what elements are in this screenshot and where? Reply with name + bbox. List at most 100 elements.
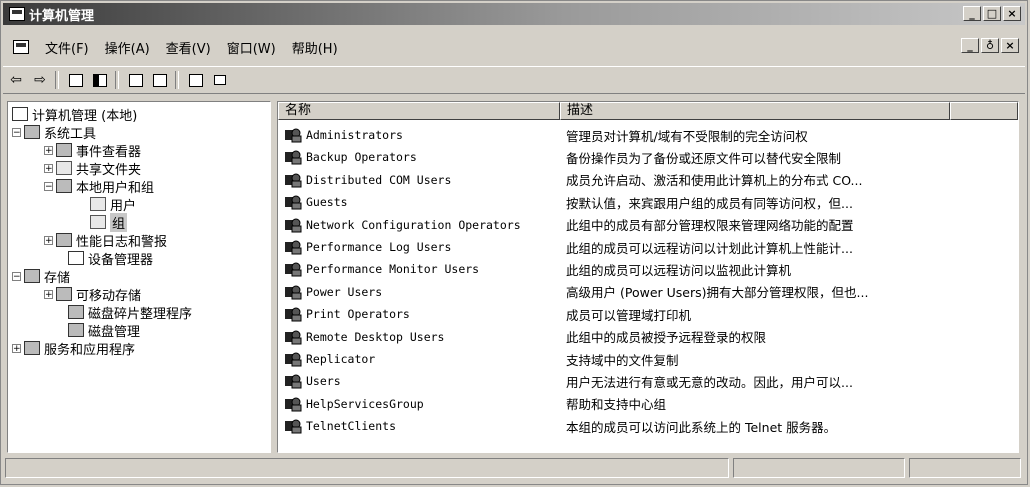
tree-label: 可移动存储	[76, 288, 142, 304]
tree-label: 性能日志和警报	[76, 234, 168, 250]
open-folder-icon	[90, 215, 106, 229]
toolbar-separator	[175, 71, 179, 89]
document-icon[interactable]	[13, 40, 29, 54]
column-header-description[interactable]: 描述	[560, 102, 950, 120]
tree-item-groups[interactable]: 组	[90, 212, 128, 232]
group-description: 支持域中的文件复制	[566, 352, 679, 368]
shared-folder-icon	[56, 161, 72, 175]
event-viewer-icon	[56, 143, 72, 157]
table-row[interactable]: Remote Desktop Users 此组中的成员被授予远程登录的权限	[278, 326, 1018, 348]
table-row[interactable]: Print Operators 成员可以管理域打印机	[278, 303, 1018, 325]
tree-item-local-users-groups[interactable]: − 本地用户和组	[44, 177, 154, 196]
folder-icon	[90, 197, 106, 211]
tree-item-storage[interactable]: − 存储	[12, 267, 71, 286]
collapse-icon[interactable]: −	[12, 127, 21, 137]
expand-icon[interactable]: +	[44, 145, 53, 155]
tree-item-computer-management[interactable]: 计算机管理 (本地)	[12, 105, 137, 124]
menu-help[interactable]: 帮助(H)	[284, 38, 346, 57]
tree-item-services-applications[interactable]: + 服务和应用程序	[12, 339, 136, 358]
expand-icon[interactable]: +	[44, 289, 53, 299]
group-name: Administrators	[306, 128, 403, 142]
group-description: 成员允许启动、激活和使用此计算机上的分布式 CO...	[566, 173, 863, 189]
group-icon	[284, 194, 302, 210]
table-row[interactable]: Backup Operators 备份操作员为了备份或还原文件可以替代安全限制	[278, 146, 1018, 168]
tree-label: 系统工具	[44, 126, 97, 142]
table-row[interactable]: HelpServicesGroup 帮助和支持中心组	[278, 393, 1018, 415]
device-manager-icon	[68, 251, 84, 265]
title-bar[interactable]: 计算机管理 _ □ ×	[3, 3, 1025, 25]
menu-file[interactable]: 文件(F)	[37, 38, 97, 57]
refresh-icon[interactable]	[125, 70, 147, 90]
up-folder-icon[interactable]	[65, 70, 87, 90]
table-row[interactable]: Guests 按默认值，来宾跟用户组的成员有同等访问权，但...	[278, 191, 1018, 213]
disk-management-icon	[68, 323, 84, 337]
group-name: Print Operators	[306, 307, 410, 322]
tree-item-event-viewer[interactable]: + 事件查看器	[44, 141, 141, 160]
status-pane-main	[5, 458, 729, 478]
table-row[interactable]: Replicator 支持域中的文件复制	[278, 348, 1018, 370]
collapse-icon[interactable]: −	[12, 271, 21, 281]
tree-item-disk-defragmenter[interactable]: 磁盘碎片整理程序	[68, 303, 192, 322]
group-icon	[284, 261, 302, 277]
back-arrow-icon[interactable]: ⇦	[5, 70, 27, 90]
tree-item-shared-folders[interactable]: + 共享文件夹	[44, 159, 141, 178]
menu-window[interactable]: 窗口(W)	[219, 38, 284, 57]
close-button[interactable]: ×	[1003, 6, 1021, 21]
collapse-icon[interactable]: −	[44, 181, 53, 191]
group-icon	[284, 373, 302, 389]
table-row[interactable]: Users 用户无法进行有意或无意的改动。因此，用户可以...	[278, 370, 1018, 392]
maximize-button[interactable]: □	[983, 6, 1001, 21]
table-row[interactable]: Administrators 管理员对计算机/域有不受限制的完全访问权	[278, 124, 1018, 146]
group-description: 高级用户 (Power Users)拥有大部分管理权限，但也...	[566, 285, 869, 301]
expand-icon[interactable]: +	[44, 163, 53, 173]
expand-icon[interactable]: +	[12, 343, 21, 353]
show-tree-icon[interactable]	[89, 70, 111, 90]
tree-item-removable-storage[interactable]: + 可移动存储	[44, 285, 142, 304]
tree-label: 磁盘管理	[88, 324, 141, 340]
toolbar: ⇦ ⇨	[3, 66, 1025, 94]
group-name: Replicator	[306, 352, 376, 366]
tree-label: 服务和应用程序	[44, 342, 136, 358]
forward-arrow-icon[interactable]: ⇨	[29, 70, 51, 90]
table-row[interactable]: TelnetClients 本组的成员可以访问此系统上的 Telnet 服务器。	[278, 415, 1018, 437]
group-icon	[284, 351, 302, 367]
table-row[interactable]: Power Users 高级用户 (Power Users)拥有大部分管理权限，但…	[278, 281, 1018, 303]
tree-item-users[interactable]: 用户	[90, 195, 136, 214]
groups-list-view[interactable]: 名称 描述 Administrators 管理员对计算机/域有不受限制的完全访问权…	[277, 101, 1019, 453]
group-name: Distributed COM Users	[306, 172, 452, 187]
group-name: Guests	[306, 195, 348, 210]
table-row[interactable]: Network Configuration Operators 此组中的成员有部分…	[278, 214, 1018, 236]
child-minimize-button[interactable]: _	[961, 38, 979, 53]
properties-icon[interactable]	[209, 70, 231, 90]
tree-label: 设备管理器	[88, 252, 154, 268]
table-row[interactable]: Performance Monitor Users 此组的成员可以远程访问以监视此…	[278, 258, 1018, 280]
tree-item-disk-management[interactable]: 磁盘管理	[68, 321, 141, 340]
group-description: 按默认值，来宾跟用户组的成员有同等访问权，但...	[566, 195, 853, 211]
tree-label: 存储	[44, 270, 71, 286]
tree-item-performance-logs[interactable]: + 性能日志和警报	[44, 231, 168, 250]
table-row[interactable]: Performance Log Users 此组的成员可以远程访问以计划此计算机上…	[278, 236, 1018, 258]
tree-item-system-tools[interactable]: − 系统工具	[12, 123, 97, 142]
group-icon	[284, 172, 302, 188]
group-name: Backup Operators	[306, 150, 417, 165]
group-description: 此组的成员可以远程访问以计划此计算机上性能计...	[566, 240, 853, 256]
table-row[interactable]: Distributed COM Users 成员允许启动、激活和使用此计算机上的分…	[278, 169, 1018, 191]
console-tree[interactable]: 计算机管理 (本地) − 系统工具 + 事件查看器 + 共享文件夹 − 本地用户…	[7, 101, 271, 453]
window-title: 计算机管理	[29, 8, 95, 24]
group-name: TelnetClients	[306, 419, 397, 434]
column-header-name[interactable]: 名称	[278, 102, 560, 120]
child-close-button[interactable]: ×	[1001, 38, 1019, 53]
expand-icon[interactable]: +	[44, 235, 53, 245]
help-icon[interactable]	[185, 70, 207, 90]
menu-view[interactable]: 查看(V)	[158, 38, 219, 57]
menu-bar: 文件(F) 操作(A) 查看(V) 窗口(W) 帮助(H) _ ♁ ×	[3, 36, 1025, 58]
toolbar-separator	[55, 71, 59, 89]
storage-icon	[24, 269, 40, 283]
group-name: Performance Monitor Users	[306, 262, 480, 277]
minimize-button[interactable]: _	[963, 6, 981, 21]
child-restore-button[interactable]: ♁	[981, 38, 999, 53]
tree-item-device-manager[interactable]: 设备管理器	[68, 249, 154, 268]
export-icon[interactable]	[149, 70, 171, 90]
group-icon	[284, 239, 302, 255]
menu-action[interactable]: 操作(A)	[97, 38, 158, 57]
